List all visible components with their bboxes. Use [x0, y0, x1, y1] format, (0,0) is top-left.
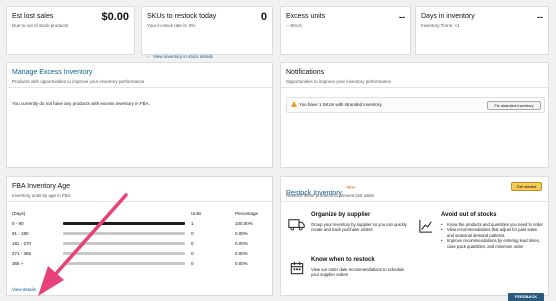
avoid-bullet: • View recommendations that adjust for pa…	[441, 227, 538, 238]
notifications-title: Notifications	[286, 69, 325, 76]
days-inventory-title: Days in inventory	[421, 13, 475, 20]
restock-inventory-subtitle: Restock these products to prevent lost s…	[286, 193, 375, 198]
lost-sales-title: Est lost sales	[12, 13, 54, 20]
excess-inventory-panel: Manage Excess Inventory Products with op…	[6, 62, 273, 168]
age-percentage: 0.00%	[235, 241, 248, 246]
restock-link-label: View inventory in stock details	[152, 54, 213, 59]
restock-link[interactable]: › View inventory in stock details	[147, 45, 213, 63]
calendar-icon	[290, 261, 304, 275]
age-bar	[63, 242, 185, 245]
age-percentage: 0.00%	[235, 231, 248, 236]
excess-units-subtitle: -- SKUs	[286, 23, 302, 28]
age-units: 0	[191, 241, 194, 246]
age-range: 91 - 180	[12, 231, 29, 236]
stranded-message: You have 1 SKUs with stranded inventory.	[299, 102, 383, 107]
days-inventory-card: Days in inventory -- Inventory Turns: <1	[415, 6, 549, 55]
feedback-button[interactable]: FEEDBACK	[508, 293, 544, 301]
age-bar	[63, 232, 185, 235]
age-bar	[63, 252, 185, 255]
age-range: 365 +	[12, 261, 24, 266]
restock-title: SKUs to restock today	[147, 13, 217, 20]
avoid-bullets: • Know the products and quantities you ne…	[441, 222, 545, 249]
restock-subtitle: Your in-stock rate is: 0%	[147, 23, 196, 28]
age-units: 0	[191, 251, 194, 256]
notifications-panel: Notifications Opportunities to improve y…	[280, 62, 549, 168]
age-row: 91 - 180 0 0.00%	[7, 229, 272, 239]
age-percentage: 100.00%	[235, 221, 253, 226]
lost-sales-card: Est lost sales $0.00 Due to out of stock…	[6, 6, 135, 55]
warning-icon	[291, 101, 297, 107]
view-details-link[interactable]: View details	[12, 287, 36, 292]
days-inventory-value: --	[537, 12, 543, 22]
header-days: (Days)	[12, 211, 26, 216]
age-table-body: 0 - 90 1 100.00% 91 - 180 0 0.00% 181 - 270 0 0.…	[7, 219, 272, 269]
restock-inventory-panel: Restock Inventory NEW Restock these prod…	[280, 176, 549, 296]
restock-when-title: Know when to restock	[311, 257, 375, 263]
age-units: 0	[191, 261, 194, 266]
divider	[281, 87, 548, 88]
excess-units-value: --	[399, 12, 405, 22]
age-units: 1	[191, 221, 194, 226]
restock-when-text: View our order date recommendations to s…	[311, 267, 405, 278]
age-range: 0 - 90	[12, 221, 24, 226]
excess-inventory-title[interactable]: Manage Excess Inventory	[12, 69, 93, 76]
stranded-alert: You have 1 SKUs with stranded inventory.…	[286, 97, 545, 113]
age-range: 181 - 270	[12, 241, 32, 246]
age-row: 0 - 90 1 100.00%	[7, 219, 272, 229]
truck-icon	[288, 219, 305, 231]
restock-card: SKUs to restock today 0 Your in-stock ra…	[141, 6, 273, 59]
age-percentage: 0.00%	[235, 251, 248, 256]
get-started-button[interactable]: Get started	[511, 182, 542, 191]
age-percentage: 0.00%	[235, 261, 248, 266]
days-inventory-subtitle: Inventory Turns: <1	[421, 23, 460, 28]
age-bar	[63, 262, 185, 265]
organize-text: Group your inventory by supplier so you …	[311, 222, 407, 233]
restock-value: 0	[260, 11, 267, 23]
divider	[281, 201, 548, 202]
age-bar	[63, 222, 185, 225]
age-bar-fill	[63, 222, 185, 225]
header-percentage: Percentage	[235, 211, 259, 216]
trend-chart-icon	[419, 219, 433, 233]
age-units: 0	[191, 231, 194, 236]
age-table-header: (Days) Units Percentage	[7, 209, 272, 219]
lost-sales-subtitle: Due to out of stock products	[12, 23, 69, 28]
excess-inventory-message: You currently do not have any products w…	[12, 101, 150, 106]
age-row: 365 + 0 0.00%	[7, 259, 272, 269]
age-range: 271 - 365	[12, 251, 32, 256]
notifications-subtitle: Opportunities to improve your inventory …	[286, 79, 392, 84]
chevron-right-icon: ›	[147, 54, 149, 59]
lost-sales-value: $0.00	[101, 11, 129, 23]
excess-units-title: Excess units	[286, 13, 326, 20]
age-row: 271 - 365 0 0.00%	[7, 249, 272, 259]
inventory-age-title: FBA Inventory Age	[12, 183, 70, 190]
divider	[7, 201, 272, 202]
excess-inventory-subtitle: Products with opportunities to improve y…	[12, 79, 145, 84]
avoid-bullet: • Improve recommendations by entering lea…	[441, 238, 540, 249]
inventory-age-panel: FBA Inventory Age Inventory units by age…	[6, 176, 273, 296]
age-row: 181 - 270 0 0.00%	[7, 239, 272, 249]
fix-stranded-button[interactable]: Fix stranded inventory	[487, 101, 541, 110]
new-badge: NEW	[346, 185, 355, 190]
inventory-age-subtitle: Inventory units by age in FBA	[12, 193, 71, 198]
avoid-title: Avoid out of stocks	[441, 212, 497, 218]
organize-title: Organize by supplier	[311, 212, 371, 218]
header-units: Units	[191, 211, 202, 216]
excess-units-card: Excess units -- -- SKUs	[280, 6, 411, 55]
divider	[7, 87, 272, 88]
